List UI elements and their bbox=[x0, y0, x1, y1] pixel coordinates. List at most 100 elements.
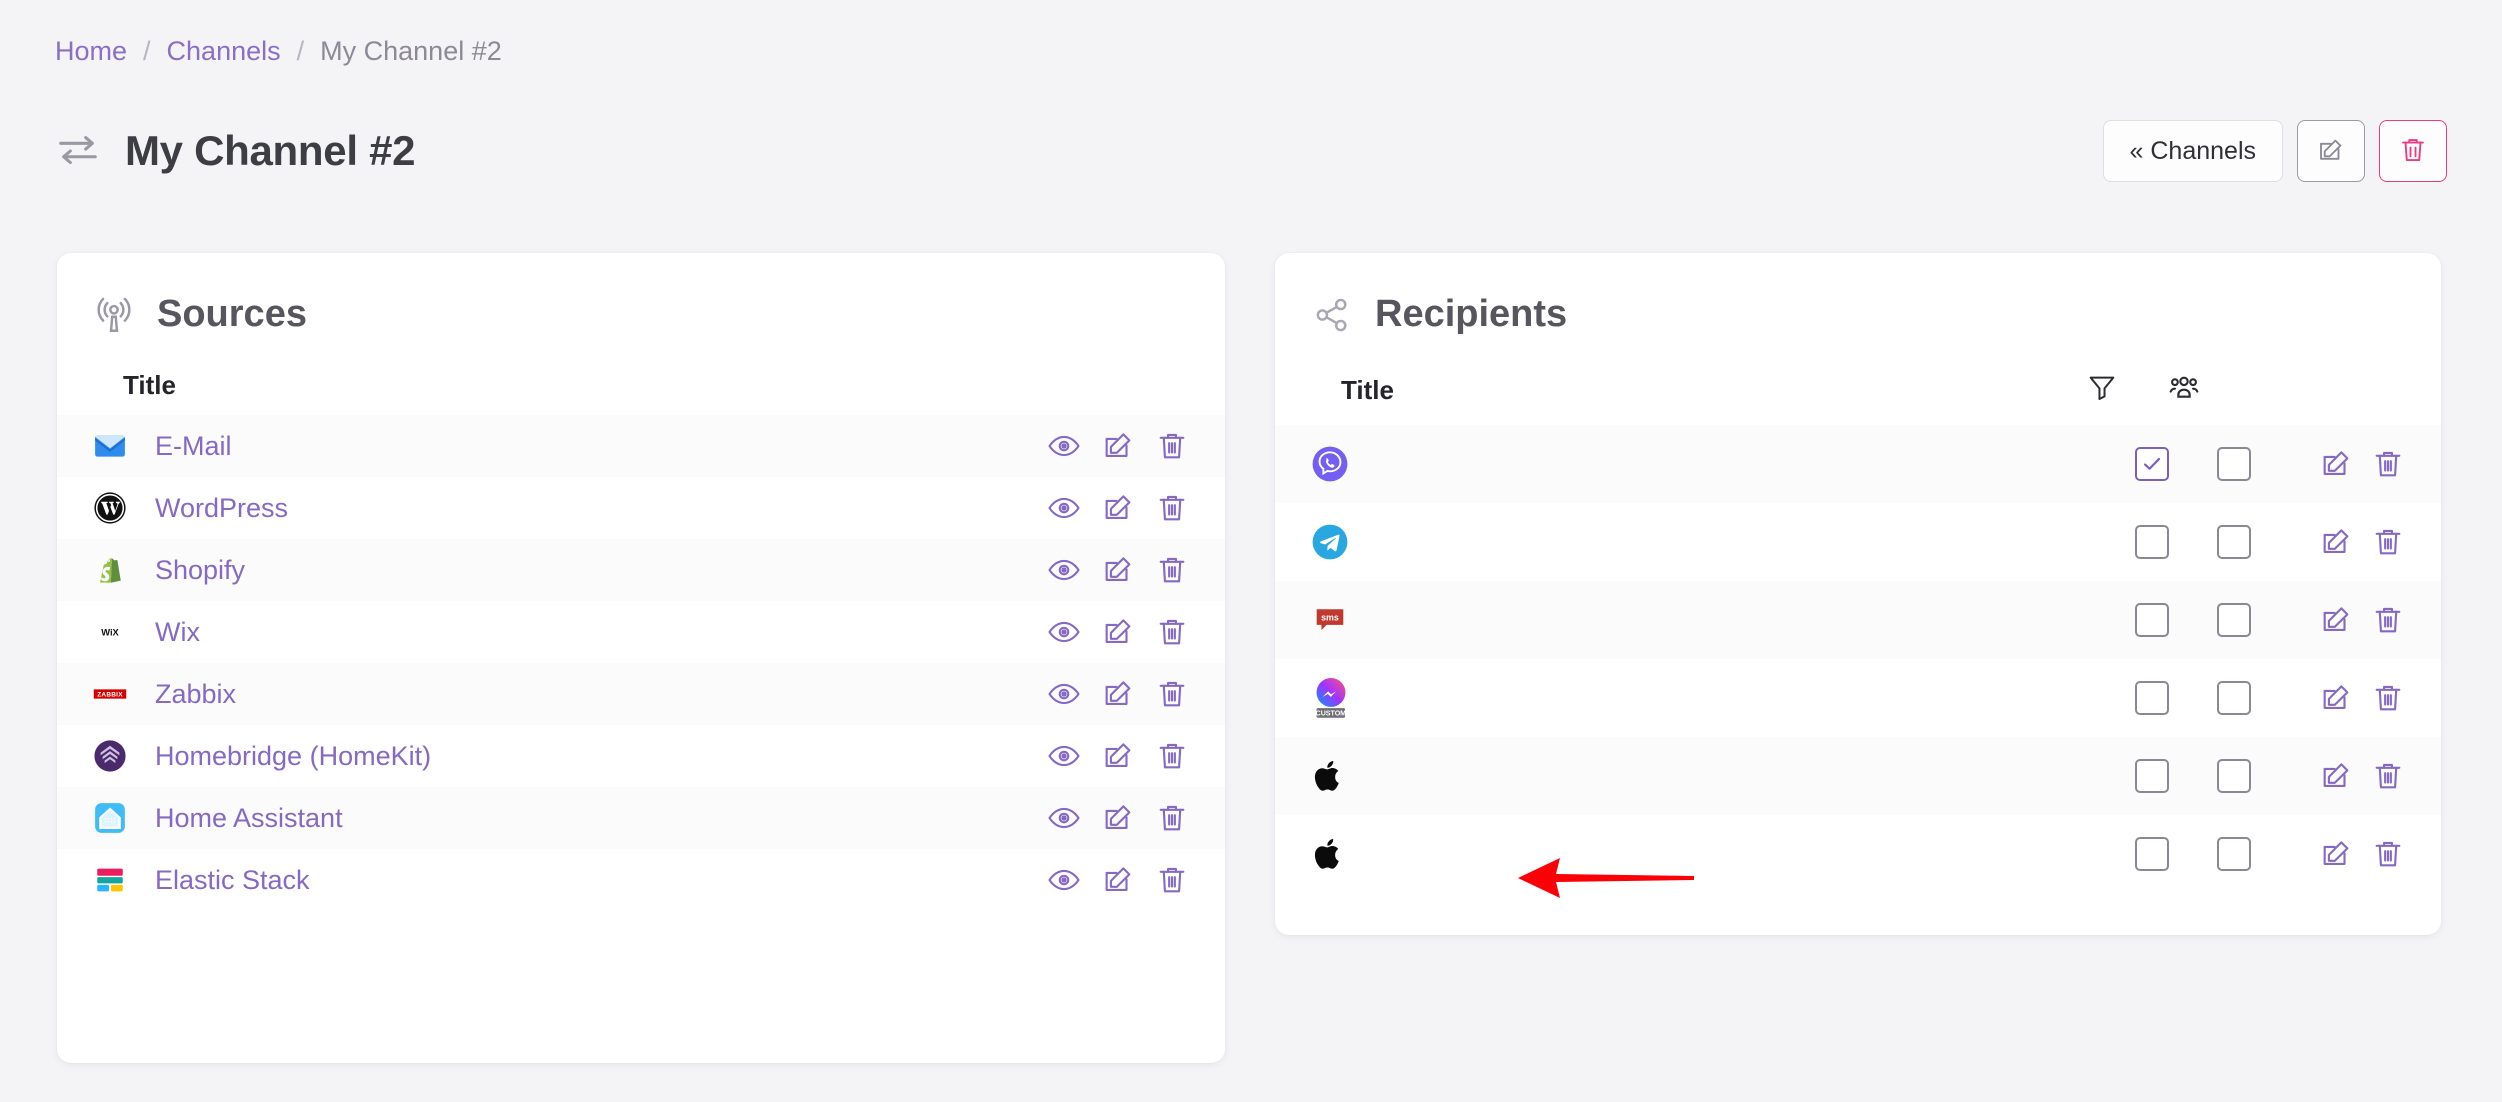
delete-icon[interactable] bbox=[2371, 603, 2405, 637]
broadcast-icon bbox=[93, 294, 135, 336]
edit-icon[interactable] bbox=[1101, 739, 1135, 773]
edit-icon[interactable] bbox=[1101, 863, 1135, 897]
breadcrumb-item-channels[interactable]: Channels bbox=[167, 38, 281, 65]
delete-icon[interactable] bbox=[2371, 447, 2405, 481]
delete-icon[interactable] bbox=[1155, 553, 1189, 587]
recipients-column-title: Title bbox=[1341, 375, 1394, 405]
edit-icon[interactable] bbox=[2319, 681, 2353, 715]
table-row[interactable]: WordPress bbox=[57, 477, 1225, 539]
delete-icon[interactable] bbox=[1155, 801, 1189, 835]
elastic-stack-icon bbox=[93, 863, 145, 897]
row-actions bbox=[1047, 677, 1189, 711]
table-row[interactable]: Homebridge (HomeKit) bbox=[57, 725, 1225, 787]
edit-icon[interactable] bbox=[1101, 801, 1135, 835]
delete-icon[interactable] bbox=[2371, 525, 2405, 559]
edit-icon[interactable] bbox=[2319, 603, 2353, 637]
table-row[interactable]: ZABBIX Zabbix bbox=[57, 663, 1225, 725]
edit-icon[interactable] bbox=[1101, 677, 1135, 711]
delete-icon[interactable] bbox=[1155, 677, 1189, 711]
source-title[interactable]: WordPress bbox=[145, 493, 1047, 524]
edit-icon[interactable] bbox=[2319, 525, 2353, 559]
viber-icon bbox=[1311, 445, 1367, 483]
edit-channel-button[interactable] bbox=[2297, 120, 2365, 182]
table-row[interactable]: CUSTOM bbox=[1275, 659, 2441, 737]
source-title[interactable]: E-Mail bbox=[145, 431, 1047, 462]
filter-column-header[interactable] bbox=[2061, 371, 2143, 410]
edit-icon[interactable] bbox=[1101, 615, 1135, 649]
recipient-filter-checkbox[interactable] bbox=[2135, 837, 2169, 871]
recipient-filter-checkbox[interactable] bbox=[2135, 681, 2169, 715]
recipients-panel-title: Recipients bbox=[1375, 293, 1568, 335]
trash-icon bbox=[2398, 135, 2428, 168]
back-to-channels-button[interactable]: « Channels bbox=[2102, 120, 2283, 182]
recipient-filter-checkbox[interactable] bbox=[2135, 603, 2169, 637]
table-row[interactable] bbox=[1275, 503, 2441, 581]
table-row[interactable] bbox=[1275, 737, 2441, 815]
recipient-filter-checkbox-cell bbox=[2111, 759, 2193, 793]
delete-icon[interactable] bbox=[1155, 491, 1189, 525]
edit-icon[interactable] bbox=[2319, 759, 2353, 793]
page-title: My Channel #2 bbox=[125, 127, 416, 174]
table-row[interactable]: Shopify bbox=[57, 539, 1225, 601]
table-row[interactable]: WiX Wix bbox=[57, 601, 1225, 663]
table-row[interactable] bbox=[1275, 425, 2441, 503]
recipient-group-checkbox-cell bbox=[2193, 525, 2275, 559]
delete-icon[interactable] bbox=[1155, 615, 1189, 649]
view-icon[interactable] bbox=[1047, 553, 1081, 587]
view-icon[interactable] bbox=[1047, 801, 1081, 835]
telegram-icon bbox=[1311, 523, 1367, 561]
source-title[interactable]: Zabbix bbox=[145, 679, 1047, 710]
delete-icon[interactable] bbox=[2371, 759, 2405, 793]
table-row[interactable] bbox=[1275, 815, 2441, 893]
recipient-group-checkbox[interactable] bbox=[2217, 525, 2251, 559]
recipient-group-checkbox[interactable] bbox=[2217, 837, 2251, 871]
edit-icon[interactable] bbox=[1101, 429, 1135, 463]
source-title[interactable]: Shopify bbox=[145, 555, 1047, 586]
table-row[interactable]: sms bbox=[1275, 581, 2441, 659]
row-actions bbox=[1047, 801, 1189, 835]
edit-icon[interactable] bbox=[1101, 553, 1135, 587]
recipients-table-body: sms CUSTOM bbox=[1275, 425, 2441, 893]
source-title[interactable]: Wix bbox=[145, 617, 1047, 648]
email-envelope-icon bbox=[93, 429, 145, 463]
table-row[interactable]: Elastic Stack bbox=[57, 849, 1225, 911]
source-title[interactable]: Homebridge (HomeKit) bbox=[145, 741, 1047, 772]
recipient-filter-checkbox[interactable] bbox=[2135, 759, 2169, 793]
recipient-group-checkbox-cell bbox=[2193, 681, 2275, 715]
delete-icon[interactable] bbox=[1155, 429, 1189, 463]
view-icon[interactable] bbox=[1047, 739, 1081, 773]
page-header-actions: « Channels bbox=[2102, 120, 2447, 182]
source-title[interactable]: Home Assistant bbox=[145, 803, 1047, 834]
delete-icon[interactable] bbox=[2371, 681, 2405, 715]
group-column-header[interactable] bbox=[2143, 370, 2225, 411]
sms-icon: sms bbox=[1311, 601, 1367, 639]
table-row[interactable]: E-Mail bbox=[57, 415, 1225, 477]
row-actions bbox=[1047, 739, 1189, 773]
delete-icon[interactable] bbox=[2371, 837, 2405, 871]
delete-channel-button[interactable] bbox=[2379, 120, 2447, 182]
delete-icon[interactable] bbox=[1155, 739, 1189, 773]
view-icon[interactable] bbox=[1047, 429, 1081, 463]
apple-icon bbox=[1311, 757, 1367, 795]
delete-icon[interactable] bbox=[1155, 863, 1189, 897]
recipient-filter-checkbox[interactable] bbox=[2135, 447, 2169, 481]
sources-column-title: Title bbox=[123, 370, 176, 400]
view-icon[interactable] bbox=[1047, 677, 1081, 711]
source-title[interactable]: Elastic Stack bbox=[145, 865, 1047, 896]
view-icon[interactable] bbox=[1047, 863, 1081, 897]
recipient-group-checkbox[interactable] bbox=[2217, 603, 2251, 637]
view-icon[interactable] bbox=[1047, 491, 1081, 525]
edit-icon[interactable] bbox=[2319, 837, 2353, 871]
edit-icon[interactable] bbox=[2319, 447, 2353, 481]
edit-icon[interactable] bbox=[1101, 491, 1135, 525]
sources-panel-header: Sources bbox=[57, 253, 1225, 336]
recipient-filter-checkbox[interactable] bbox=[2135, 525, 2169, 559]
sources-table-body: E-Mail WordPress Shopify WiX Wix ZABBIX Zabbix… bbox=[57, 415, 1225, 911]
svg-text:CUSTOM: CUSTOM bbox=[1316, 710, 1347, 717]
recipient-group-checkbox[interactable] bbox=[2217, 681, 2251, 715]
recipient-group-checkbox[interactable] bbox=[2217, 447, 2251, 481]
view-icon[interactable] bbox=[1047, 615, 1081, 649]
breadcrumb-item-home[interactable]: Home bbox=[55, 38, 127, 65]
table-row[interactable]: Home Assistant bbox=[57, 787, 1225, 849]
recipient-group-checkbox[interactable] bbox=[2217, 759, 2251, 793]
